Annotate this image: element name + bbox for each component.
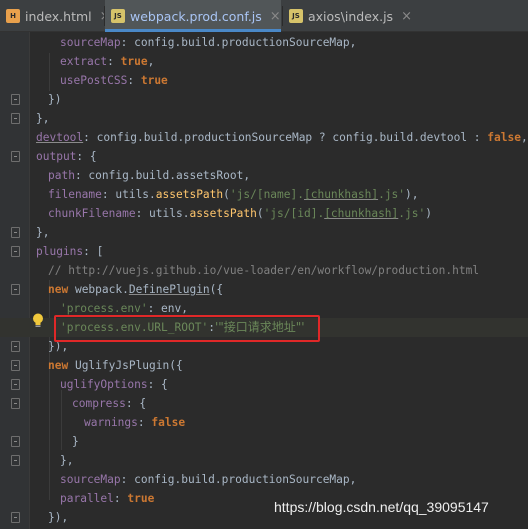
code-line: path: config.build.assetsRoot, xyxy=(48,169,251,182)
editor-tab-bar: H index.html × JS webpack.prod.conf.js ×… xyxy=(0,0,528,32)
code-line: filename: utils.assetsPath('js/[name].[c… xyxy=(48,188,419,201)
tab-label: index.html xyxy=(25,8,92,24)
code-line: new webpack.DefinePlugin({ xyxy=(48,283,224,296)
close-icon[interactable]: × xyxy=(270,9,281,24)
fold-marker-icon[interactable] xyxy=(11,436,20,447)
code-line: sourceMap: config.build.productionSource… xyxy=(60,473,357,486)
fold-marker-icon[interactable] xyxy=(11,341,20,352)
tab-webpack-prod-conf[interactable]: JS webpack.prod.conf.js × xyxy=(105,0,281,32)
code-line: } xyxy=(72,435,79,448)
watermark-text: https://blog.csdn.net/qq_39095147 xyxy=(274,499,489,515)
html-file-icon: H xyxy=(6,9,20,23)
code-line: parallel: true xyxy=(60,492,155,505)
fold-marker-icon[interactable] xyxy=(11,455,20,466)
close-icon[interactable]: × xyxy=(401,9,412,24)
code-line: sourceMap: config.build.productionSource… xyxy=(60,36,357,49)
fold-marker-icon[interactable] xyxy=(11,398,20,409)
fold-marker-icon[interactable] xyxy=(11,360,20,371)
fold-marker-icon[interactable] xyxy=(11,512,20,523)
code-line: warnings: false xyxy=(84,416,186,429)
code-line: uglifyOptions: { xyxy=(60,378,168,391)
highlight-annotation-box xyxy=(54,315,320,342)
indent-guide xyxy=(49,280,50,500)
code-line: }) xyxy=(48,93,62,106)
fold-marker-icon[interactable] xyxy=(11,151,20,162)
active-tab-indicator xyxy=(105,29,281,32)
fold-marker-icon[interactable] xyxy=(11,379,20,390)
lightbulb-icon[interactable] xyxy=(32,313,44,328)
js-file-icon: JS xyxy=(289,9,303,23)
code-line: new UglifyJsPlugin({ xyxy=(48,359,183,372)
tab-index-html[interactable]: H index.html × xyxy=(0,0,111,32)
code-line: devtool: config.build.productionSourceMa… xyxy=(36,131,528,144)
fold-marker-icon[interactable] xyxy=(11,284,20,295)
code-line: plugins: [ xyxy=(36,245,104,258)
fold-marker-icon[interactable] xyxy=(11,227,20,238)
js-file-icon: JS xyxy=(111,9,125,23)
tab-axios-index[interactable]: JS axios\index.js × xyxy=(283,0,413,32)
code-line: }, xyxy=(36,226,50,239)
code-line: output: { xyxy=(36,150,97,163)
fold-marker-icon[interactable] xyxy=(11,94,20,105)
editor-gutter xyxy=(0,32,30,529)
code-line: }), xyxy=(48,511,69,524)
code-line: }, xyxy=(36,112,50,125)
fold-marker-icon[interactable] xyxy=(11,113,20,124)
fold-marker-icon[interactable] xyxy=(11,246,20,257)
tab-label: webpack.prod.conf.js xyxy=(130,8,262,24)
indent-guide xyxy=(61,390,62,450)
indent-guide xyxy=(49,53,50,91)
code-comment: // http://vuejs.github.io/vue-loader/en/… xyxy=(48,264,480,277)
code-line: compress: { xyxy=(72,397,147,410)
code-line: chunkFilename: utils.assetsPath('js/[id]… xyxy=(48,207,432,220)
code-line: }, xyxy=(60,454,74,467)
code-line: usePostCSS: true xyxy=(60,74,168,87)
tab-label: axios\index.js xyxy=(308,8,394,24)
code-line: extract: true, xyxy=(60,55,155,68)
